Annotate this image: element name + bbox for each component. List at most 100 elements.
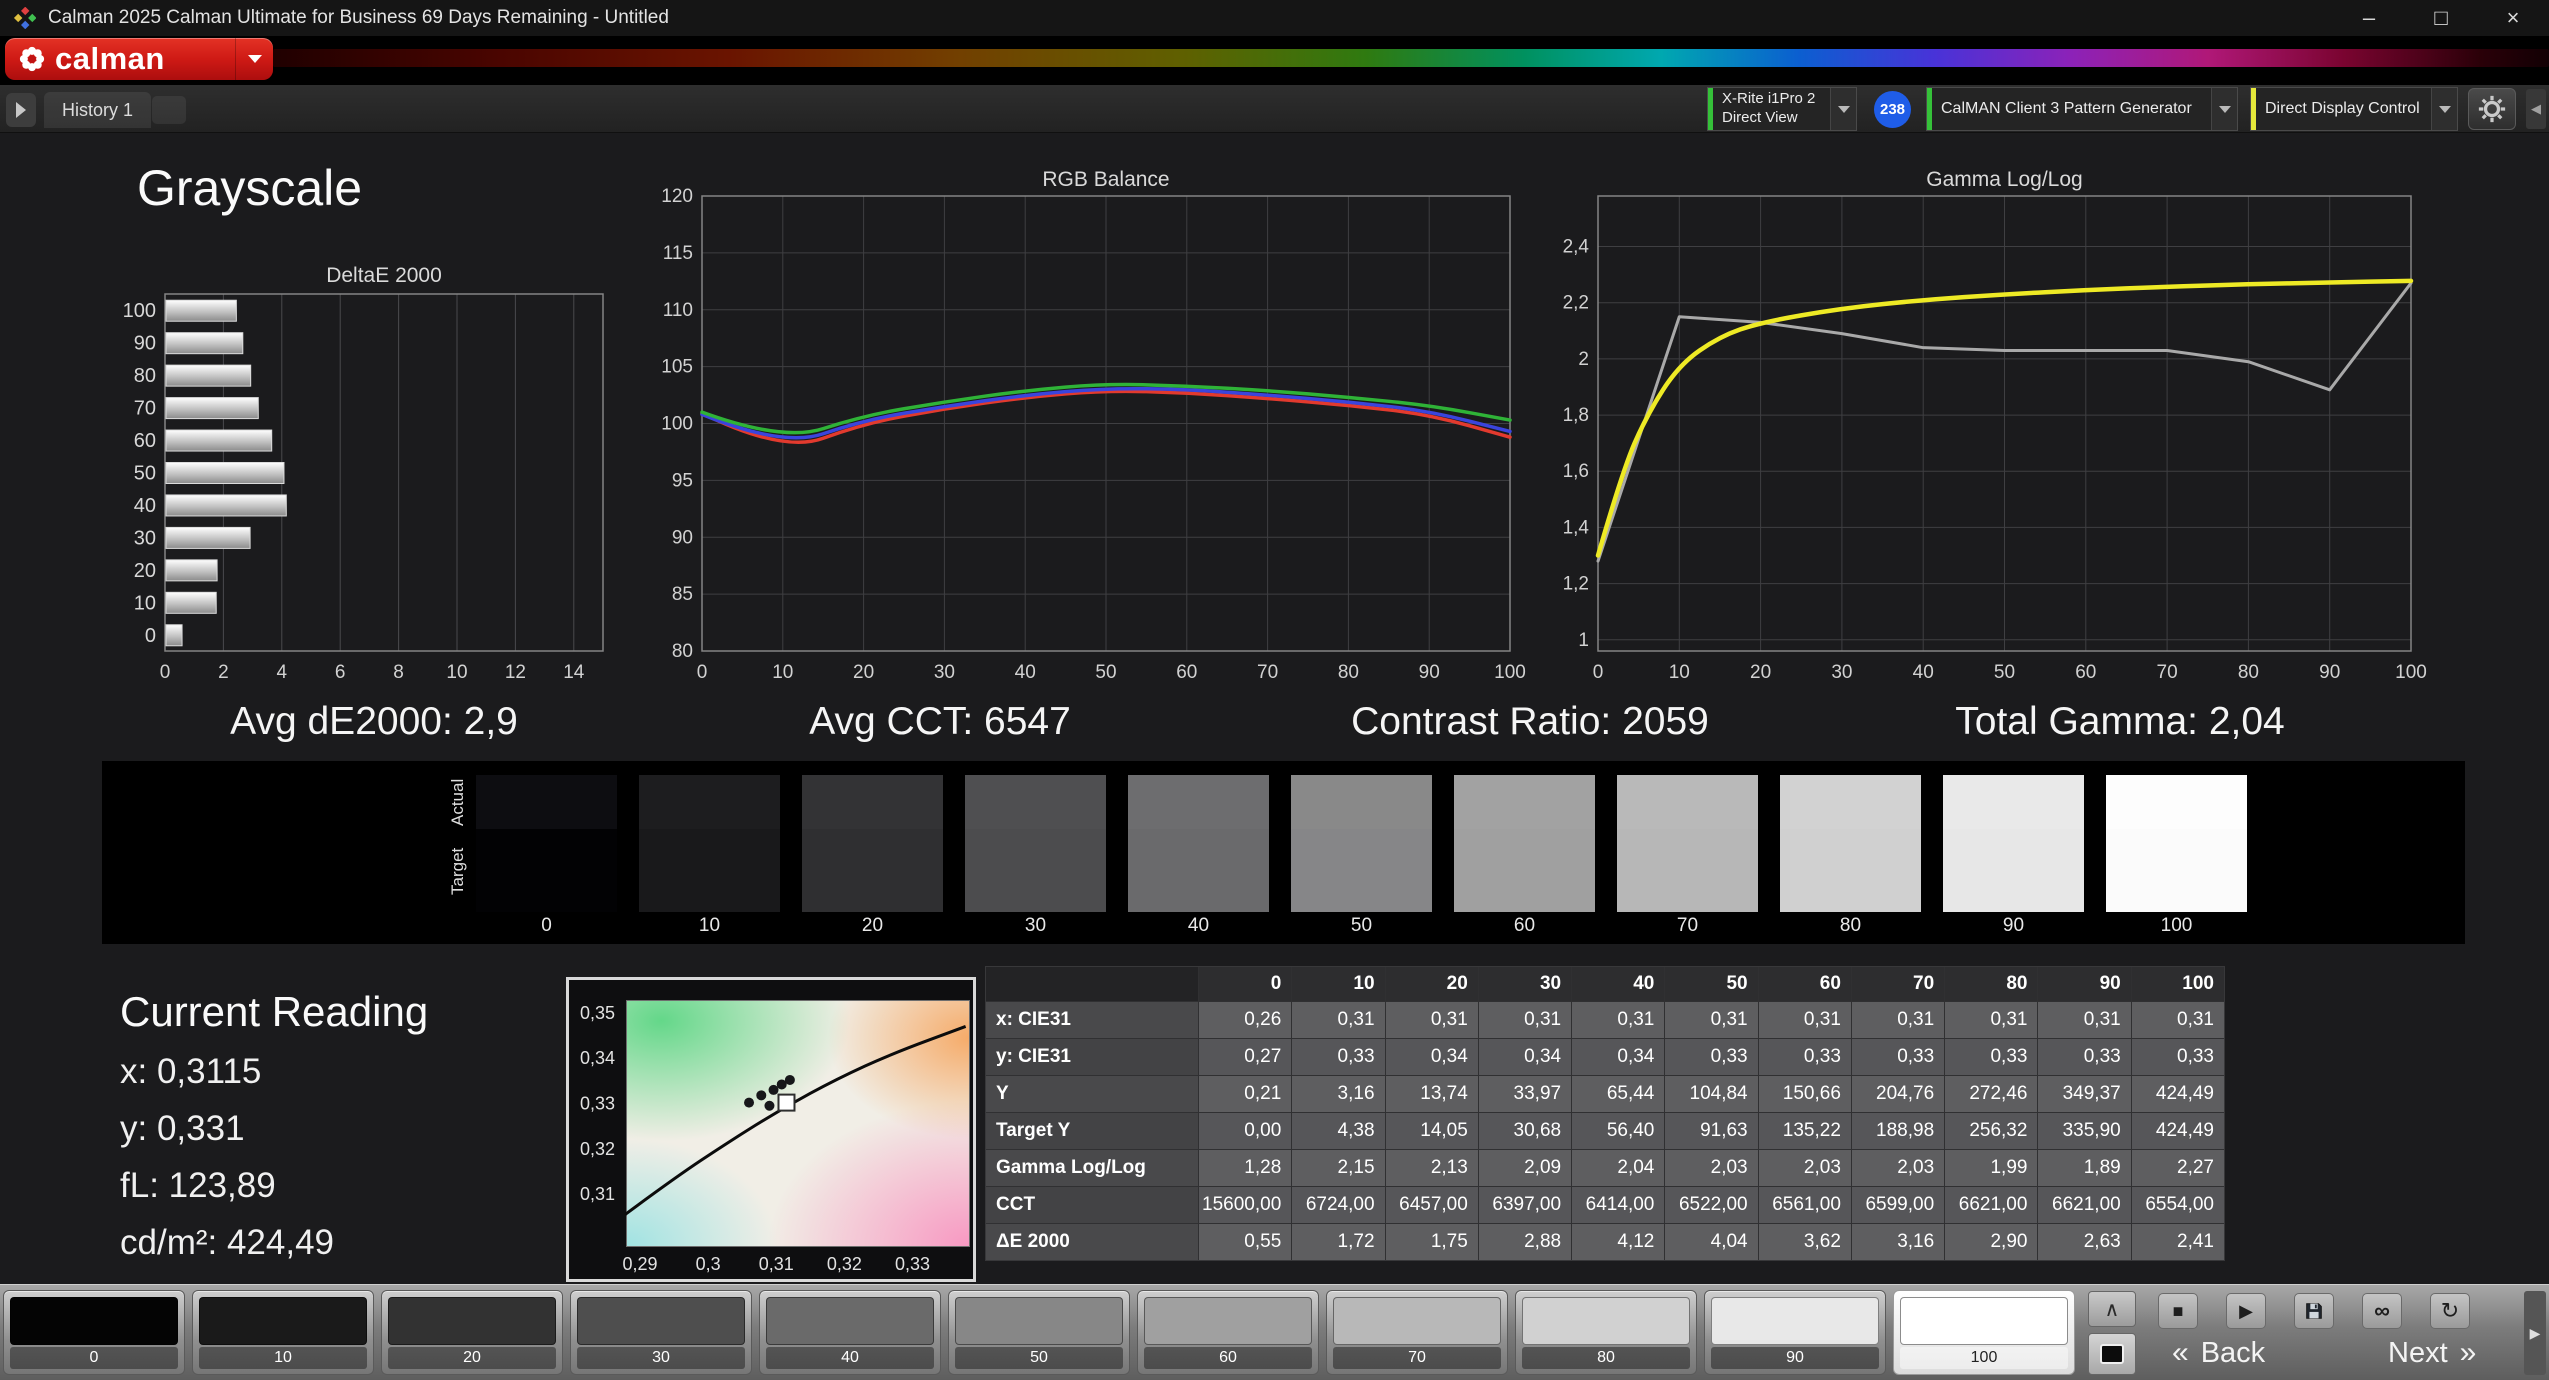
ramp-level-label: 90	[2002, 915, 2025, 936]
pattern-level-button-90[interactable]: 90	[1704, 1290, 1886, 1375]
save-button[interactable]	[2294, 1293, 2334, 1329]
ramp-swatch-10	[639, 775, 780, 912]
table-cell: 204,76	[1851, 1076, 1945, 1112]
display-control-dropdown[interactable]: Direct Display Control	[2250, 87, 2458, 131]
play-button[interactable]: ▶	[2226, 1293, 2266, 1329]
chevron-down-icon[interactable]	[2431, 88, 2457, 130]
target-label: Target	[448, 847, 467, 895]
ramp-target-color	[476, 829, 617, 912]
pattern-level-button-20[interactable]: 20	[381, 1290, 563, 1375]
link-button[interactable]: ∞	[2362, 1293, 2402, 1329]
grayscale-data-table: 0 10 20 30 40 50 60 70 80 90 100 x: CIE31 0,26 0,31 0,…	[985, 966, 2225, 1261]
table-cell: 14,05	[1385, 1113, 1478, 1149]
back-chevron-icon: «	[2172, 1336, 2189, 1369]
app-window: Calman 2025 Calman Ultimate for Business…	[0, 0, 2549, 1380]
pattern-level-button-80[interactable]: 80	[1515, 1290, 1697, 1375]
chevron-down-icon[interactable]	[1830, 88, 1856, 130]
svg-text:0: 0	[145, 625, 156, 647]
ramp-actual-color	[1128, 775, 1269, 829]
pattern-level-button-40[interactable]: 40	[759, 1290, 941, 1375]
svg-text:80: 80	[2238, 662, 2259, 683]
svg-text:0,33: 0,33	[580, 1094, 615, 1114]
ramp-swatch-40	[1128, 775, 1269, 912]
pattern-level-button-100[interactable]: 100	[1893, 1290, 2075, 1375]
table-cell: 0,31	[1945, 1002, 2038, 1038]
meter-dropdown[interactable]: X-Rite i1Pro 2 Direct View	[1707, 87, 1857, 131]
table-cell: 4,04	[1665, 1224, 1758, 1260]
table-cell: 0,31	[2131, 1002, 2224, 1038]
table-cell: 0,26	[1199, 1002, 1292, 1038]
svg-text:10: 10	[446, 662, 467, 683]
actual-label: Actual	[448, 778, 467, 826]
svg-text:0,31: 0,31	[759, 1254, 794, 1274]
maximize-button[interactable]: □	[2405, 0, 2477, 36]
svg-text:1,8: 1,8	[1563, 405, 1589, 426]
svg-text:Gamma Log/Log: Gamma Log/Log	[1926, 170, 2082, 191]
pattern-level-button-70[interactable]: 70	[1326, 1290, 1508, 1375]
pattern-level-button-30[interactable]: 30	[570, 1290, 752, 1375]
pattern-swatch	[766, 1297, 934, 1345]
settings-button[interactable]	[2468, 88, 2516, 130]
ramp-level-label: 100	[2160, 915, 2193, 936]
table-cell: 65,44	[1572, 1076, 1665, 1112]
pattern-level-button-0[interactable]: 0	[3, 1290, 185, 1375]
table-cell: 0,33	[2038, 1039, 2131, 1075]
table-cell: 6414,00	[1572, 1187, 1665, 1223]
table-cell: 91,63	[1665, 1113, 1758, 1149]
minimize-button[interactable]: –	[2333, 0, 2405, 36]
collapse-bar-arrow[interactable]: ▶	[2524, 1291, 2546, 1375]
pattern-generator-dropdown[interactable]: CalMAN Client 3 Pattern Generator	[1926, 87, 2238, 131]
reading-y: y: 0,331	[120, 1109, 245, 1148]
tab-ghost[interactable]	[152, 96, 186, 124]
pattern-level-button-10[interactable]: 10	[192, 1290, 374, 1375]
table-column-header: 0	[1199, 967, 1292, 1001]
logo-text: calman	[55, 41, 165, 76]
refresh-button[interactable]: ↻	[2430, 1293, 2470, 1329]
table-cell: 2,09	[1478, 1150, 1572, 1186]
table-cell: 0,33	[2131, 1039, 2224, 1075]
table-cell: 6724,00	[1292, 1187, 1385, 1223]
pattern-swatch	[955, 1297, 1123, 1345]
table-cell: 6457,00	[1385, 1187, 1478, 1223]
table-column-header: 80	[1945, 967, 2038, 1001]
history-nav-arrow-button[interactable]	[6, 93, 36, 127]
pattern-level-button-60[interactable]: 60	[1137, 1290, 1319, 1375]
table-cell: 3,16	[1292, 1076, 1385, 1112]
brand-bar: calman	[0, 36, 2549, 84]
next-button[interactable]: Next »	[2388, 1331, 2476, 1375]
pattern-level-button-50[interactable]: 50	[948, 1290, 1130, 1375]
table-cell: 1,99	[1945, 1150, 2038, 1186]
table-cell: 6561,00	[1758, 1187, 1851, 1223]
table-cell: 1,72	[1292, 1224, 1385, 1260]
table-cell: 0,33	[1665, 1039, 1758, 1075]
pattern-panel-up-button[interactable]: ∧	[2088, 1291, 2136, 1327]
table-cell: 0,00	[1199, 1113, 1292, 1149]
svg-text:70: 70	[2157, 662, 2178, 683]
ramp-target-color	[1291, 829, 1432, 912]
back-button[interactable]: « Back	[2172, 1331, 2265, 1375]
svg-text:0: 0	[1593, 662, 1604, 683]
pattern-swatch	[577, 1297, 745, 1345]
calman-logo-menu[interactable]: calman	[5, 38, 273, 80]
ramp-level-label: 0	[541, 915, 552, 936]
svg-text:20: 20	[134, 560, 156, 582]
meter-line2: Direct View	[1722, 109, 1798, 126]
tab-history-1[interactable]: History 1	[44, 92, 152, 128]
pattern-window-button[interactable]	[2088, 1333, 2136, 1375]
pattern-level-label: 100	[1900, 1347, 2068, 1369]
spectrum-strip	[273, 49, 2549, 67]
svg-text:2: 2	[218, 662, 229, 683]
svg-text:90: 90	[1419, 662, 1440, 683]
close-button[interactable]: ×	[2477, 0, 2549, 36]
pattern-level-label: 30	[577, 1347, 745, 1369]
table-cell: 6599,00	[1851, 1187, 1945, 1223]
chevron-down-icon[interactable]	[2211, 88, 2237, 130]
svg-text:90: 90	[672, 527, 693, 548]
collapse-panel-arrow[interactable]: ◀	[2526, 89, 2546, 129]
bottom-control-bar: ∧ ■ ▶ ∞ ↻ « Back Next » ▶ 0 10 20 30 40 50 60 7…	[0, 1284, 2549, 1380]
table-cell: 424,49	[2131, 1076, 2224, 1112]
stop-button[interactable]: ■	[2158, 1293, 2198, 1329]
chevron-down-icon[interactable]	[235, 38, 273, 80]
svg-text:50: 50	[134, 463, 156, 485]
pattern-window-icon	[2100, 1344, 2124, 1364]
